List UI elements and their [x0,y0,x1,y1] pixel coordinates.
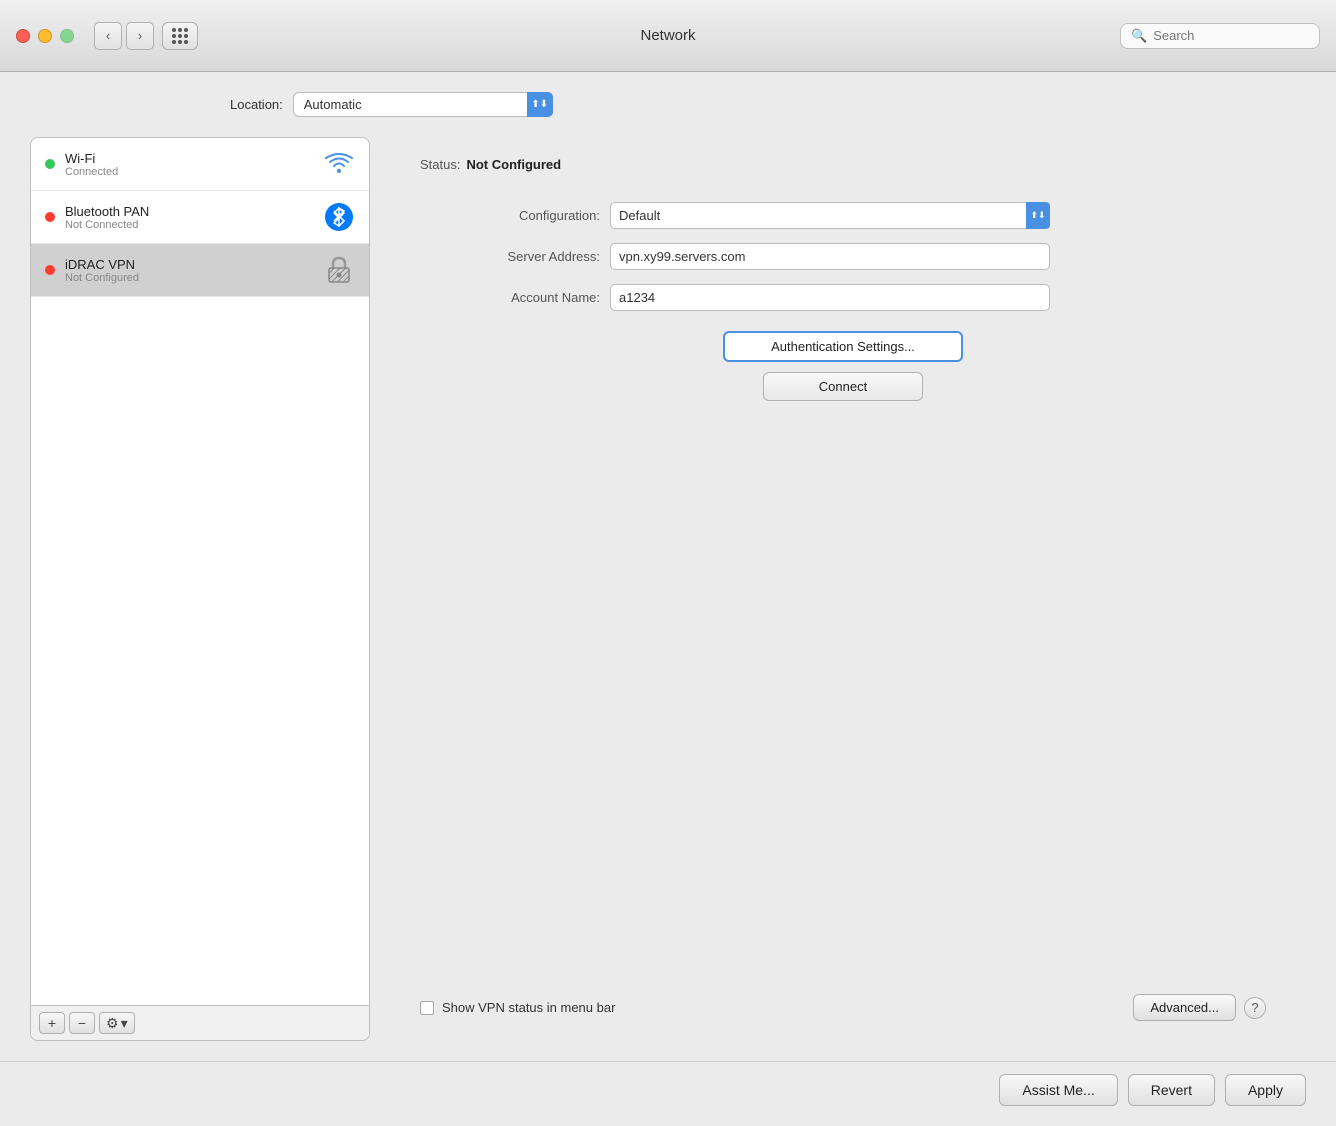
remove-network-button[interactable]: − [69,1012,95,1034]
grid-icon [172,28,188,44]
form-area: Configuration: Default ⬆⬇ Server Address… [420,202,1266,980]
help-button[interactable]: ? [1244,997,1266,1019]
nav-buttons: ‹ › [94,22,154,50]
configuration-select[interactable]: Default [610,202,1050,229]
left-toolbar: + − ⚙ ▾ [31,1005,369,1040]
status-value: Not Configured [466,157,561,172]
account-name-input[interactable] [610,284,1050,311]
network-item-bluetooth[interactable]: Bluetooth PAN Not Connected [31,191,369,244]
bluetooth-icon-bg [325,203,353,231]
search-icon: 🔍 [1131,28,1147,44]
status-row: Status: Not Configured [420,157,1266,172]
location-select[interactable]: Automatic [293,92,553,117]
maximize-button[interactable] [60,29,74,43]
main-content: Location: Automatic ⬆⬇ Wi-Fi Connected [0,72,1336,1061]
revert-button[interactable]: Revert [1128,1074,1215,1106]
configuration-select-wrap: Default ⬆⬇ [610,202,1050,229]
search-input[interactable] [1153,28,1309,43]
account-name-row: Account Name: [420,284,1266,311]
server-address-input[interactable] [610,243,1050,270]
location-row: Location: Automatic ⬆⬇ [30,92,1306,117]
network-list: Wi-Fi Connected [31,138,369,1005]
status-dot-wifi [45,159,55,169]
forward-button[interactable]: › [126,22,154,50]
network-status-wifi: Connected [65,166,323,178]
assist-me-button[interactable]: Assist Me... [999,1074,1117,1106]
right-panel: Status: Not Configured Configuration: De… [380,137,1306,1041]
back-button[interactable]: ‹ [94,22,122,50]
status-dot-idrac [45,265,55,275]
content-area: Wi-Fi Connected [30,137,1306,1041]
close-button[interactable] [16,29,30,43]
network-info-idrac: iDRAC VPN Not Configured [65,257,323,284]
left-panel: Wi-Fi Connected [30,137,370,1041]
connect-button[interactable]: Connect [763,372,923,401]
show-vpn-row: Show VPN status in menu bar [420,1000,615,1015]
network-item-idrac[interactable]: iDRAC VPN Not Configured [31,244,369,297]
advanced-button[interactable]: Advanced... [1133,994,1236,1021]
server-address-row: Server Address: [420,243,1266,270]
location-label: Location: [230,97,283,112]
search-bar[interactable]: 🔍 [1120,23,1320,49]
gear-menu-button[interactable]: ⚙ ▾ [99,1012,135,1034]
window-title: Network [640,27,695,44]
bottom-bar: Show VPN status in menu bar Advanced... … [420,980,1266,1021]
bluetooth-icon [323,201,355,233]
configuration-row: Configuration: Default ⬆⬇ [420,202,1266,229]
add-network-button[interactable]: + [39,1012,65,1034]
gear-icon: ⚙ [106,1015,119,1032]
footer: Assist Me... Revert Apply [0,1061,1336,1126]
location-select-wrap: Automatic ⬆⬇ [293,92,553,117]
network-name-idrac: iDRAC VPN [65,257,323,272]
grid-view-button[interactable] [162,22,198,50]
network-name-wifi: Wi-Fi [65,151,323,166]
vpn-lock-icon [323,254,355,286]
auth-settings-button[interactable]: Authentication Settings... [723,331,963,362]
apply-button[interactable]: Apply [1225,1074,1306,1106]
network-info-wifi: Wi-Fi Connected [65,151,323,178]
network-name-bluetooth: Bluetooth PAN [65,204,323,219]
wifi-icon [323,148,355,180]
status-dot-bluetooth [45,212,55,222]
server-address-label: Server Address: [420,249,600,264]
title-bar: ‹ › Network 🔍 [0,0,1336,72]
traffic-lights [16,29,74,43]
network-status-idrac: Not Configured [65,272,323,284]
configuration-label: Configuration: [420,208,600,223]
minimize-button[interactable] [38,29,52,43]
action-buttons: Authentication Settings... Connect [420,331,1266,401]
status-label: Status: [420,157,460,172]
gear-chevron-icon: ▾ [121,1015,128,1032]
network-info-bluetooth: Bluetooth PAN Not Connected [65,204,323,231]
show-vpn-label: Show VPN status in menu bar [442,1000,615,1015]
show-vpn-checkbox[interactable] [420,1001,434,1015]
account-name-label: Account Name: [420,290,600,305]
network-item-wifi[interactable]: Wi-Fi Connected [31,138,369,191]
network-status-bluetooth: Not Connected [65,219,323,231]
bottom-right: Advanced... ? [1133,994,1266,1021]
